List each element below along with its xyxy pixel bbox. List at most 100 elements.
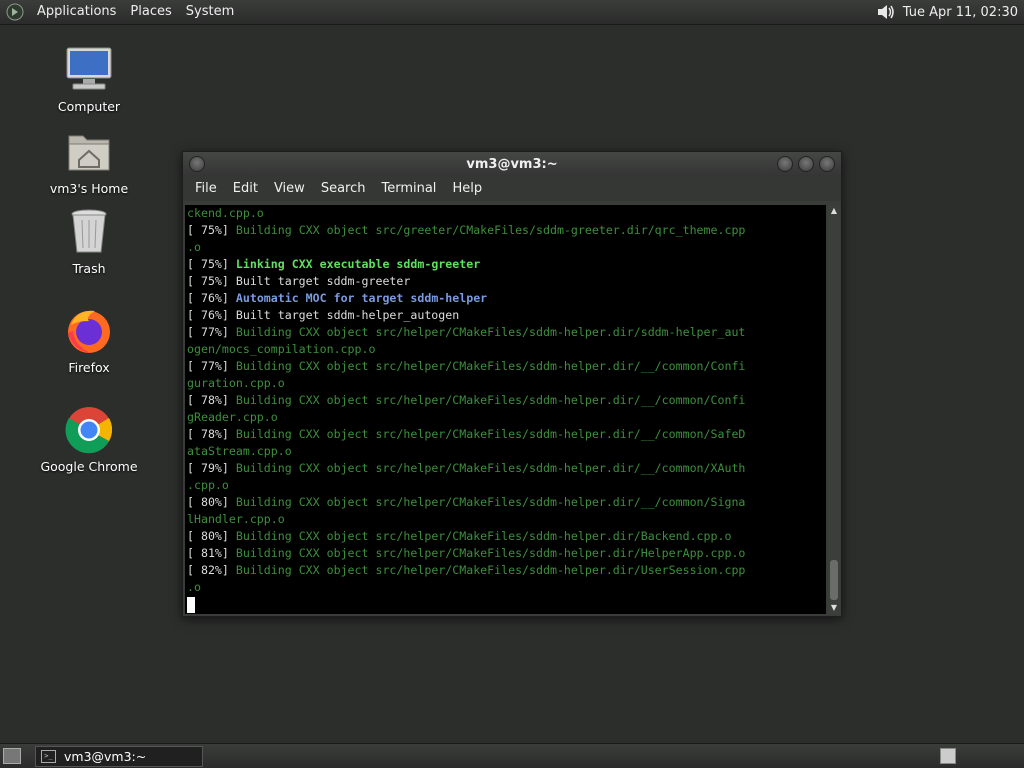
firefox-icon xyxy=(68,310,110,353)
trash-icon xyxy=(71,209,107,253)
desktop-icon-trash[interactable]: Trash xyxy=(29,208,149,276)
terminal-line: [ 78%] Building CXX object src/helper/CM… xyxy=(187,392,826,409)
terminal-line: gReader.cpp.o xyxy=(187,409,826,426)
terminal-text: ckend.cpp.o xyxy=(187,206,264,220)
close-icon[interactable] xyxy=(819,156,835,172)
menu-file[interactable]: File xyxy=(187,181,225,196)
terminal-text: Automatic MOC for target sddm-helper xyxy=(235,291,488,305)
menu-help[interactable]: Help xyxy=(444,181,490,196)
terminal-text: [ 81%] xyxy=(187,546,236,560)
terminal-line: ogen/mocs_compilation.cpp.o xyxy=(187,341,826,358)
terminal-line: [ 75%] Linking CXX executable sddm-greet… xyxy=(187,256,826,273)
terminal-text: .o xyxy=(187,580,201,594)
menu-places[interactable]: Places xyxy=(123,0,178,24)
terminal-line: [ 82%] Building CXX object src/helper/CM… xyxy=(187,562,826,579)
terminal-text: [ 80%] xyxy=(187,495,236,509)
terminal-line: [ 81%] Building CXX object src/helper/CM… xyxy=(187,545,826,562)
taskbar-terminal-button[interactable]: >_ vm3@vm3:~ xyxy=(35,746,203,767)
terminal-line: [ 76%] Automatic MOC for target sddm-hel… xyxy=(187,290,826,307)
terminal-text: [ 82%] xyxy=(187,563,236,577)
menu-system[interactable]: System xyxy=(179,0,241,24)
terminal-text: Building CXX object src/helper/CMakeFile… xyxy=(235,427,746,441)
terminal-line: ataStream.cpp.o xyxy=(187,443,826,460)
terminal-line: [ 79%] Building CXX object src/helper/CM… xyxy=(187,460,826,477)
clock[interactable]: Tue Apr 11, 02:30 xyxy=(897,5,1018,20)
terminal-lines: ckend.cpp.o [ 75%] Building CXX object sr… xyxy=(185,205,826,596)
terminal-text: ataStream.cpp.o xyxy=(187,444,292,458)
taskbar-label: vm3@vm3:~ xyxy=(64,749,147,764)
terminal-text: Building CXX object src/helper/CMakeFile… xyxy=(235,529,732,543)
computer-icon xyxy=(66,47,112,90)
terminal-text: [ 75%] Built target sddm-greeter xyxy=(187,274,411,288)
scroll-down-icon[interactable]: ▼ xyxy=(828,602,840,614)
terminal-window[interactable]: vm3@vm3:~ File Edit View Search Terminal… xyxy=(182,151,842,617)
terminal-text: [ 76%] Built target sddm-helper_autogen xyxy=(187,308,460,322)
bottom-panel: >_ vm3@vm3:~ xyxy=(0,743,1024,768)
terminal-text: [ 75%] xyxy=(187,257,236,271)
terminal-text: [ 78%] xyxy=(187,393,236,407)
terminal-text: .o xyxy=(187,240,201,254)
terminal-line: .cpp.o xyxy=(187,477,826,494)
workspace-switcher-icon[interactable] xyxy=(940,748,956,764)
desktop-icon-chrome[interactable]: Google Chrome xyxy=(29,406,149,474)
terminal-text: guration.cpp.o xyxy=(187,376,285,390)
desktop-icon-label: Google Chrome xyxy=(40,459,138,474)
desktop-icon-firefox[interactable]: Firefox xyxy=(29,307,149,375)
terminal-text: [ 77%] xyxy=(187,325,236,339)
terminal-text: Building CXX object src/helper/CMakeFile… xyxy=(235,461,746,475)
terminal-line: [ 75%] Building CXX object src/greeter/C… xyxy=(187,222,826,239)
terminal-text: .cpp.o xyxy=(187,478,229,492)
terminal-text: Building CXX object src/helper/CMakeFile… xyxy=(235,495,746,509)
terminal-scrollbar[interactable]: ▲ ▼ xyxy=(828,205,840,614)
menu-edit[interactable]: Edit xyxy=(225,181,266,196)
menu-applications[interactable]: Applications xyxy=(30,0,123,24)
terminal-text: [ 76%] xyxy=(187,291,236,305)
desktop-icon-home[interactable]: vm3's Home xyxy=(29,128,149,196)
desktop-icon-label: vm3's Home xyxy=(49,181,129,196)
terminal-line: [ 80%] Building CXX object src/helper/CM… xyxy=(187,528,826,545)
terminal-line: [ 80%] Building CXX object src/helper/CM… xyxy=(187,494,826,511)
scroll-thumb[interactable] xyxy=(830,560,838,600)
terminal-line: [ 77%] Building CXX object src/helper/CM… xyxy=(187,324,826,341)
desktop-icon-label: Trash xyxy=(72,261,106,276)
terminal-icon: >_ xyxy=(41,750,56,763)
terminal-text: Building CXX object src/helper/CMakeFile… xyxy=(235,325,746,339)
terminal-text: Linking CXX executable sddm-greeter xyxy=(235,257,481,271)
terminal-line: [ 77%] Building CXX object src/helper/CM… xyxy=(187,358,826,375)
terminal-line: lHandler.cpp.o xyxy=(187,511,826,528)
terminal-text: [ 77%] xyxy=(187,359,236,373)
terminal-line: .o xyxy=(187,239,826,256)
terminal-text: Building CXX object src/greeter/CMakeFil… xyxy=(235,223,746,237)
terminal-menubar: File Edit View Search Terminal Help xyxy=(183,176,841,201)
terminal-text: ogen/mocs_compilation.cpp.o xyxy=(187,342,376,356)
terminal-line: .o xyxy=(187,579,826,596)
window-menu-icon[interactable] xyxy=(189,156,205,172)
terminal-output[interactable]: ckend.cpp.o [ 75%] Building CXX object sr… xyxy=(185,205,826,614)
window-title: vm3@vm3:~ xyxy=(466,156,558,172)
minimize-icon[interactable] xyxy=(777,156,793,172)
terminal-line: guration.cpp.o xyxy=(187,375,826,392)
desktop-icon-computer[interactable]: Computer xyxy=(29,46,149,114)
menu-view[interactable]: View xyxy=(266,181,313,196)
terminal-line: ckend.cpp.o xyxy=(187,205,826,222)
chrome-icon xyxy=(65,407,113,454)
terminal-text: [ 79%] xyxy=(187,461,236,475)
show-desktop-icon[interactable] xyxy=(3,748,21,764)
terminal-text: [ 75%] xyxy=(187,223,236,237)
maximize-icon[interactable] xyxy=(798,156,814,172)
terminal-text: Building CXX object src/helper/CMakeFile… xyxy=(235,563,746,577)
home-folder-icon xyxy=(68,135,110,171)
terminal-line: [ 75%] Built target sddm-greeter xyxy=(187,273,826,290)
menu-search[interactable]: Search xyxy=(313,181,374,196)
terminal-text: [ 80%] xyxy=(187,529,236,543)
menu-terminal[interactable]: Terminal xyxy=(373,181,444,196)
speaker-icon[interactable] xyxy=(875,2,897,22)
terminal-text: lHandler.cpp.o xyxy=(187,512,285,526)
scroll-up-icon[interactable]: ▲ xyxy=(828,205,840,217)
terminal-text: gReader.cpp.o xyxy=(187,410,278,424)
desktop-icon-label: Firefox xyxy=(68,360,110,375)
panel-tray: Tue Apr 11, 02:30 xyxy=(875,2,1024,22)
window-titlebar[interactable]: vm3@vm3:~ xyxy=(183,152,841,176)
desktop-icon-label: Computer xyxy=(57,99,121,114)
gnome-foot-icon[interactable] xyxy=(6,3,24,21)
